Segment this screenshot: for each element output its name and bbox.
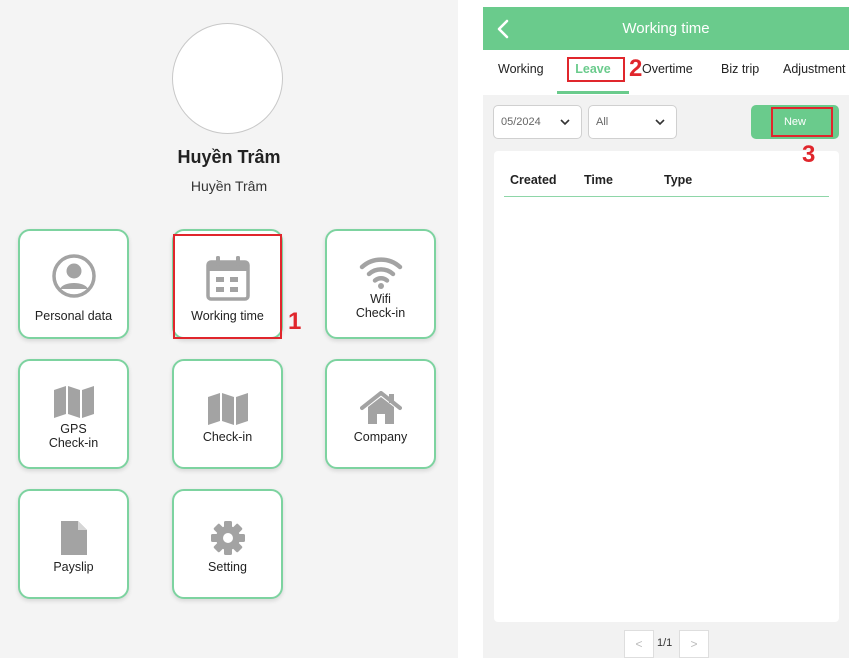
- working-time-screen: Working time Working Leave Overtime Biz …: [483, 7, 849, 658]
- header-divider: [504, 196, 829, 197]
- type-select-value: All: [596, 116, 609, 128]
- user-name: Huyền Trâm: [177, 147, 281, 167]
- company-tile[interactable]: Company: [325, 359, 436, 469]
- personal-data-label: Personal data: [34, 309, 113, 323]
- month-select[interactable]: 05/2024: [493, 105, 582, 139]
- personal-data-tile[interactable]: Personal data: [18, 229, 129, 339]
- annotation-box-2: [567, 57, 625, 82]
- app-header: Working time: [483, 7, 849, 50]
- column-header-time: Time: [584, 173, 613, 187]
- next-page-button[interactable]: >: [679, 630, 709, 658]
- prev-page-button[interactable]: <: [624, 630, 654, 658]
- checkin-tile[interactable]: Check-in: [172, 359, 283, 469]
- avatar[interactable]: [172, 23, 283, 134]
- wifi-checkin-label: Wifi Check-in: [355, 292, 406, 320]
- chevron-down-icon: [654, 116, 666, 131]
- gps-checkin-tile[interactable]: GPS Check-in: [18, 359, 129, 469]
- leave-list: Created Time Type: [494, 151, 839, 622]
- tab-biz-trip[interactable]: Biz trip: [721, 50, 759, 95]
- gear-icon: [174, 520, 281, 556]
- home-screen: Huyền Trâm Huyền Trâm Personal data Work…: [0, 0, 458, 658]
- annotation-number-3: 3: [802, 141, 816, 168]
- document-icon: [20, 520, 127, 556]
- payslip-tile[interactable]: Payslip: [18, 489, 129, 599]
- map-icon: [174, 392, 281, 426]
- page-indicator: 1/1: [657, 637, 673, 649]
- column-header-created: Created: [510, 173, 557, 187]
- wifi-checkin-tile[interactable]: Wifi Check-in: [325, 229, 436, 339]
- chevron-down-icon: [559, 116, 571, 131]
- annotation-number-1: 1: [288, 308, 302, 335]
- payslip-label: Payslip: [53, 560, 94, 574]
- annotation-box-1: [173, 234, 282, 339]
- company-label: Company: [353, 430, 408, 444]
- checkin-label: Check-in: [202, 430, 253, 444]
- home-icon: [327, 391, 434, 425]
- user-subtitle: Huyền Trâm: [190, 178, 268, 194]
- tab-bar: Working Leave Overtime Biz trip Adjustme…: [483, 50, 849, 95]
- header-title: Working time: [622, 20, 710, 37]
- setting-tile[interactable]: Setting: [172, 489, 283, 599]
- annotation-box-3: [771, 107, 833, 137]
- person-circle-icon: [20, 253, 127, 299]
- annotation-number-2: 2: [629, 55, 643, 82]
- column-header-type: Type: [664, 173, 693, 187]
- tab-adjustment[interactable]: Adjustment: [783, 50, 846, 95]
- tab-overtime[interactable]: Overtime: [642, 50, 693, 95]
- month-select-value: 05/2024: [501, 116, 541, 128]
- type-select[interactable]: All: [588, 105, 677, 139]
- wifi-icon: [327, 255, 434, 289]
- map-icon: [20, 385, 127, 419]
- gps-checkin-label: GPS Check-in: [48, 422, 99, 450]
- setting-label: Setting: [208, 560, 247, 574]
- tab-working[interactable]: Working: [498, 50, 544, 95]
- active-tab-indicator: [557, 91, 629, 94]
